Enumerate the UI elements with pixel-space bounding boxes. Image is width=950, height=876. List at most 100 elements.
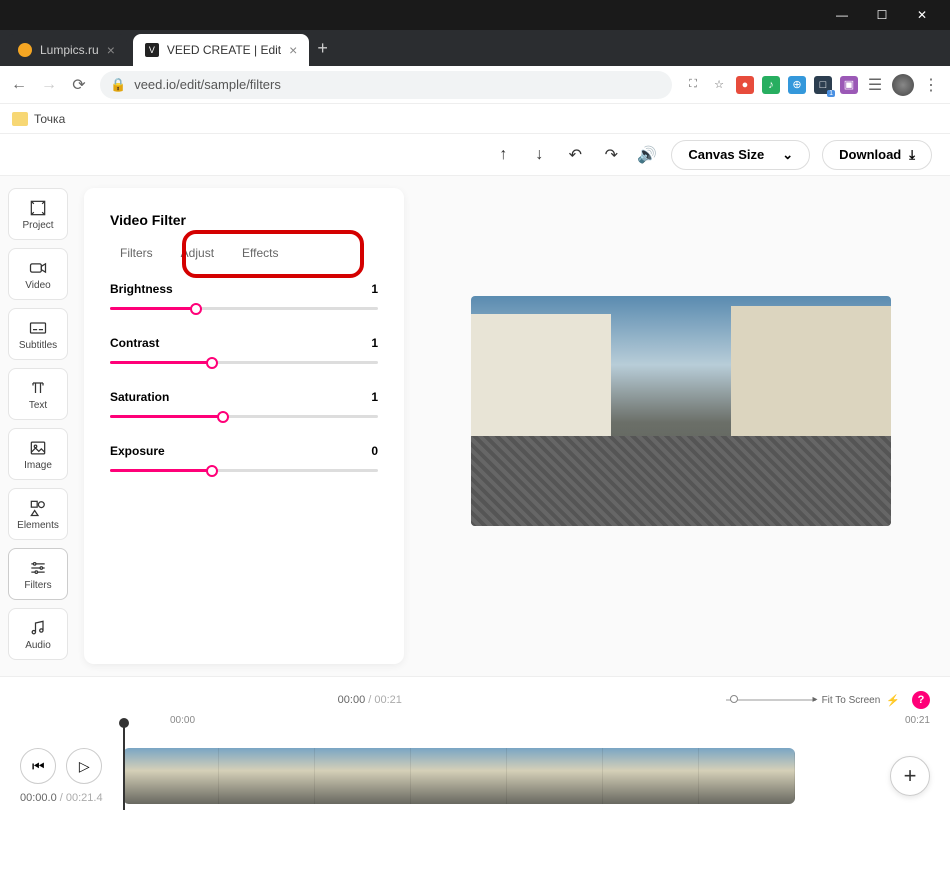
window-titlebar: — ☐ ✕ xyxy=(0,0,950,30)
preview-content xyxy=(471,314,611,454)
arrow-down-icon[interactable]: ↓ xyxy=(527,146,551,164)
project-icon xyxy=(28,198,48,218)
browser-tab-inactive[interactable]: Lumpics.ru × xyxy=(6,34,127,66)
text-icon xyxy=(28,378,48,398)
maximize-button[interactable]: ☐ xyxy=(862,0,902,30)
profile-avatar[interactable] xyxy=(892,74,914,96)
subtitles-icon xyxy=(28,318,48,338)
slider-label: Brightness xyxy=(110,282,173,296)
nav-label: Video xyxy=(25,280,50,291)
timeline-start-label: 00:00 xyxy=(170,715,195,726)
thumbnail xyxy=(507,748,603,804)
translate-icon[interactable]: ⛶ xyxy=(684,76,702,94)
nav-filters[interactable]: Filters xyxy=(8,548,68,600)
app-toolbar: ↑ ↓ ↶ ↷ 🔊 Canvas Size ⌄ Download ⤓ xyxy=(0,134,950,176)
favicon-icon xyxy=(18,43,32,57)
download-label: Download xyxy=(839,147,901,162)
nav-label: Subtitles xyxy=(19,340,57,351)
minimize-button[interactable]: — xyxy=(822,0,862,30)
help-button[interactable]: ? xyxy=(912,691,930,709)
exposure-slider[interactable] xyxy=(110,464,378,478)
thumbnail xyxy=(219,748,315,804)
ext-icon[interactable]: ⊕ xyxy=(788,76,806,94)
skip-start-button[interactable]: ⏮ xyxy=(20,748,56,784)
zoom-control[interactable]: ▸ xyxy=(726,699,816,701)
preview-content xyxy=(471,436,891,526)
contrast-slider[interactable] xyxy=(110,356,378,370)
download-button[interactable]: Download ⤓ xyxy=(822,140,932,170)
elements-icon xyxy=(28,498,48,518)
nav-text[interactable]: Text xyxy=(8,368,68,420)
duration-text: / 00:21 xyxy=(368,694,402,706)
undo-button[interactable]: ↶ xyxy=(563,145,587,165)
volume-icon[interactable]: 🔊 xyxy=(635,145,659,165)
nav-image[interactable]: Image xyxy=(8,428,68,480)
video-icon xyxy=(28,258,48,278)
canvas-size-button[interactable]: Canvas Size ⌄ xyxy=(671,140,810,170)
tab-close-icon[interactable]: × xyxy=(289,42,297,58)
nav-project[interactable]: Project xyxy=(8,188,68,240)
back-button[interactable]: ← xyxy=(10,76,28,94)
current-time: 00:00.0 xyxy=(20,792,57,804)
video-preview[interactable] xyxy=(471,296,891,526)
browser-tab-active[interactable]: V VEED CREATE | Edit × xyxy=(133,34,309,66)
brightness-slider[interactable] xyxy=(110,302,378,316)
panel-title: Video Filter xyxy=(110,212,378,228)
reading-list-icon[interactable]: ☰ xyxy=(866,75,884,95)
canvas-size-label: Canvas Size xyxy=(688,147,764,162)
brightness-row: Brightness 1 xyxy=(110,282,378,316)
thumbnail xyxy=(699,748,795,804)
nav-video[interactable]: Video xyxy=(8,248,68,300)
nav-audio[interactable]: Audio xyxy=(8,608,68,660)
filter-tabs: Filters Adjust Effects xyxy=(110,246,378,260)
slider-value: 1 xyxy=(371,390,378,404)
nav-elements[interactable]: Elements xyxy=(8,488,68,540)
url-text: veed.io/edit/sample/filters xyxy=(134,77,281,92)
reload-button[interactable]: ⟳ xyxy=(70,75,88,95)
ext-icon[interactable]: ● xyxy=(736,76,754,94)
playhead[interactable] xyxy=(123,722,125,810)
tab-adjust[interactable]: Adjust xyxy=(181,246,214,260)
close-window-button[interactable]: ✕ xyxy=(902,0,942,30)
url-field[interactable]: 🔒 veed.io/edit/sample/filters xyxy=(100,71,672,99)
fit-to-screen-button[interactable]: Fit To Screen xyxy=(822,695,881,706)
slider-value: 0 xyxy=(371,444,378,458)
add-clip-button[interactable]: + xyxy=(890,756,930,796)
slider-label: Contrast xyxy=(110,336,159,350)
nav-subtitles[interactable]: Subtitles xyxy=(8,308,68,360)
thumbnail xyxy=(123,748,219,804)
saturation-slider[interactable] xyxy=(110,410,378,424)
folder-icon xyxy=(12,112,28,126)
slider-value: 1 xyxy=(371,336,378,350)
timeline-track[interactable] xyxy=(123,748,858,804)
contrast-row: Contrast 1 xyxy=(110,336,378,370)
bolt-icon[interactable]: ⚡ xyxy=(886,694,900,707)
star-icon[interactable]: ☆ xyxy=(710,76,728,94)
tab-effects[interactable]: Effects xyxy=(242,246,278,260)
ext-icon[interactable]: □1 xyxy=(814,76,832,94)
favicon-icon: V xyxy=(145,43,159,57)
browser-menu-icon[interactable]: ⋮ xyxy=(922,75,940,95)
bookmark-item[interactable]: Точка xyxy=(34,112,65,126)
preview-content xyxy=(731,306,891,456)
arrow-up-icon[interactable]: ↑ xyxy=(491,146,515,164)
redo-button[interactable]: ↷ xyxy=(599,145,623,165)
forward-button[interactable]: → xyxy=(40,76,58,94)
nav-label: Project xyxy=(22,220,53,231)
play-button[interactable]: ▷ xyxy=(66,748,102,784)
playback-controls: ⏮ ▷ 00:00.0 / 00:21.4 xyxy=(20,748,103,804)
clip-thumbnails[interactable] xyxy=(123,748,795,804)
playhead-time: 00:00 xyxy=(338,694,366,706)
total-time: / 00:21.4 xyxy=(60,792,103,804)
ext-icon[interactable]: ▣ xyxy=(840,76,858,94)
video-filter-panel: Video Filter Filters Adjust Effects Brig… xyxy=(84,188,404,664)
ext-icon[interactable]: ♪ xyxy=(762,76,780,94)
saturation-row: Saturation1 xyxy=(110,390,378,424)
tab-close-icon[interactable]: × xyxy=(107,42,115,58)
new-tab-button[interactable]: + xyxy=(317,38,328,59)
nav-label: Text xyxy=(29,400,47,411)
tab-filters[interactable]: Filters xyxy=(120,246,153,260)
nav-label: Audio xyxy=(25,640,51,651)
tab-label: Lumpics.ru xyxy=(40,43,99,57)
slider-value: 1 xyxy=(371,282,378,296)
